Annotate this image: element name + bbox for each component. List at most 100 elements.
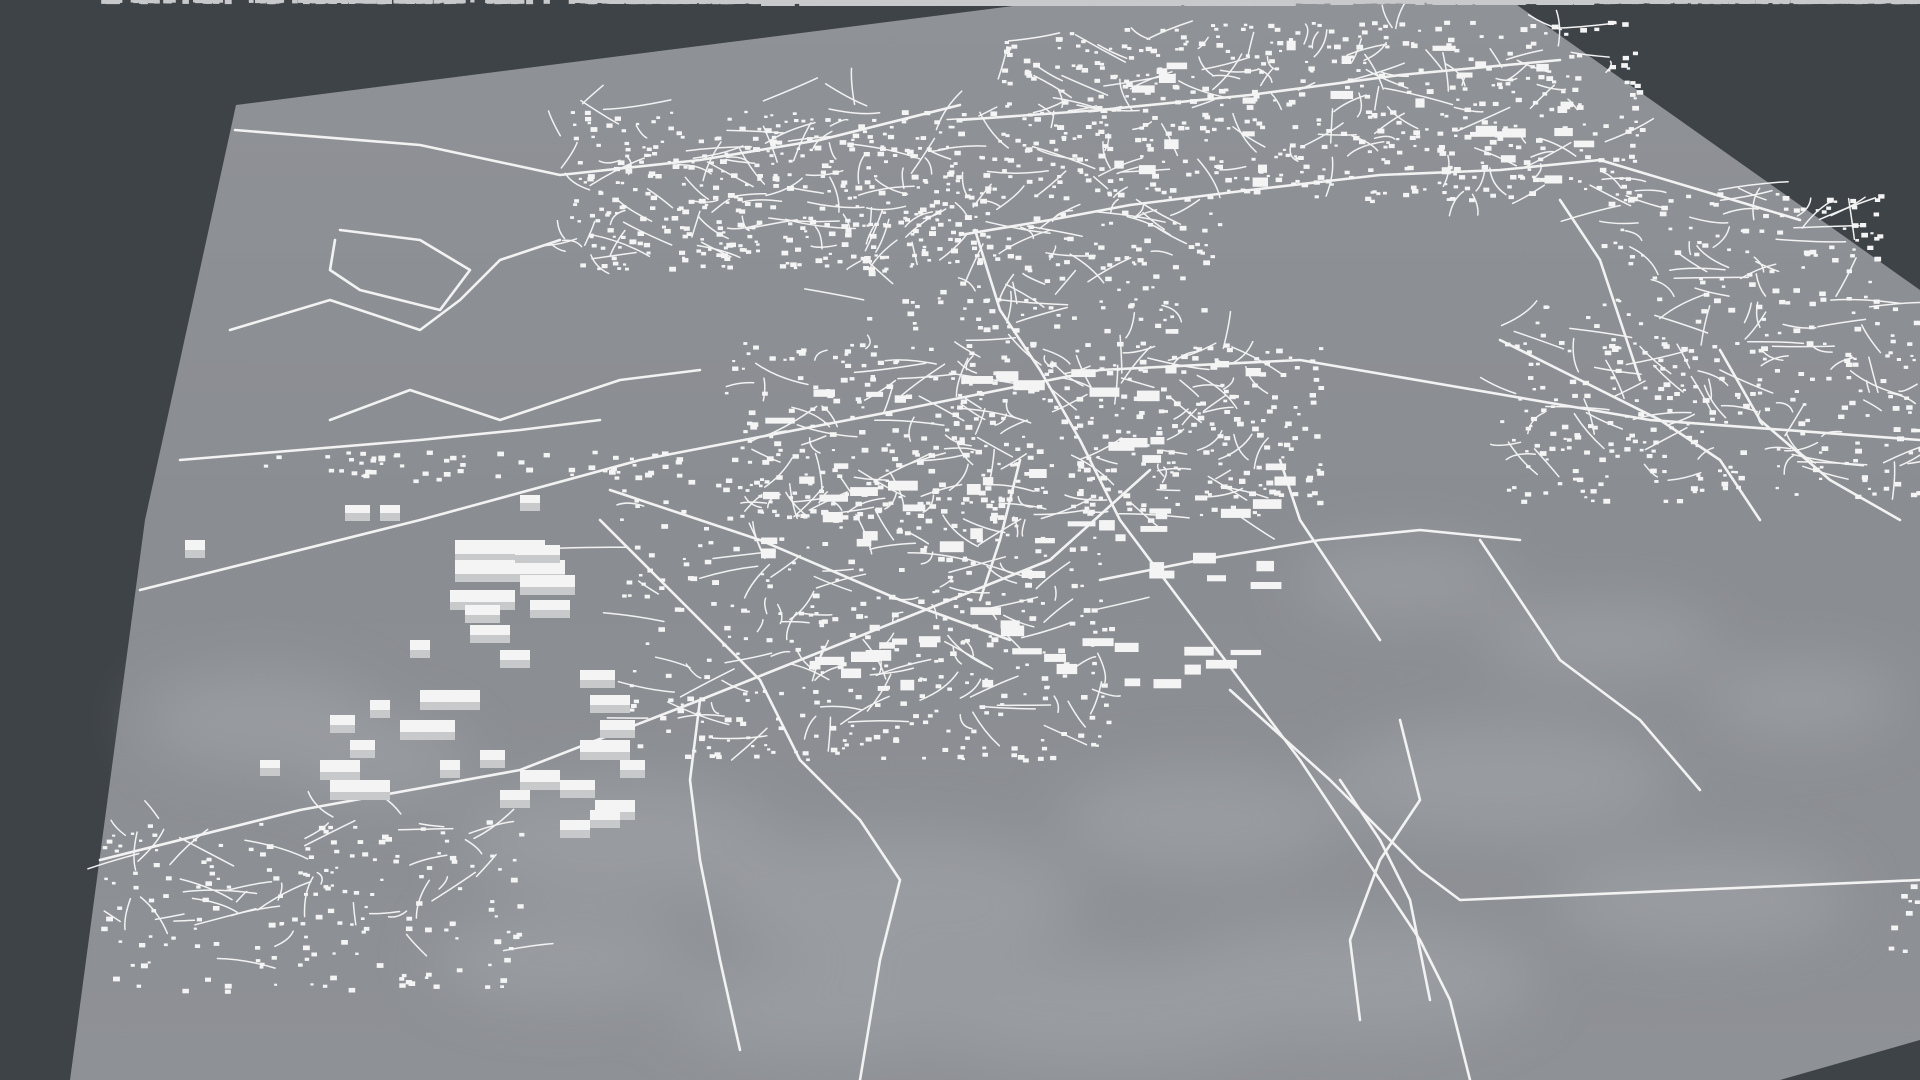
terrain-model[interactable] xyxy=(0,0,1920,1080)
house-side xyxy=(182,0,189,4)
house xyxy=(516,932,523,937)
house xyxy=(1203,260,1210,266)
house xyxy=(303,872,308,876)
house xyxy=(1132,434,1137,438)
house xyxy=(806,137,813,142)
house xyxy=(938,556,945,562)
house xyxy=(1022,144,1027,147)
house xyxy=(882,211,887,214)
house xyxy=(1373,115,1378,119)
house xyxy=(831,449,835,452)
house xyxy=(770,205,777,210)
house xyxy=(342,889,348,894)
map-viewport[interactable] xyxy=(0,0,1920,1080)
house xyxy=(998,712,1004,717)
house xyxy=(884,160,888,164)
house xyxy=(1002,169,1007,173)
house xyxy=(370,893,375,896)
house xyxy=(915,137,920,140)
house xyxy=(1533,177,1540,183)
house xyxy=(779,537,785,541)
house xyxy=(929,203,936,208)
house xyxy=(620,181,625,185)
house xyxy=(1094,78,1101,83)
house xyxy=(682,557,686,560)
house xyxy=(1700,430,1704,434)
house xyxy=(748,410,756,416)
house xyxy=(1034,117,1041,122)
house xyxy=(744,202,751,206)
house xyxy=(1042,696,1049,701)
house xyxy=(753,345,759,350)
house-side xyxy=(598,0,602,3)
house-side xyxy=(1302,0,1309,4)
house xyxy=(1116,429,1122,434)
house xyxy=(850,724,855,728)
house xyxy=(821,406,828,411)
house xyxy=(946,188,950,192)
relief-patch xyxy=(1700,660,1900,740)
house xyxy=(725,478,733,483)
house xyxy=(982,746,987,750)
house xyxy=(702,205,708,210)
house xyxy=(1448,37,1455,43)
house xyxy=(1209,212,1213,215)
house xyxy=(1095,744,1099,747)
house xyxy=(969,501,973,504)
house xyxy=(1033,141,1039,146)
house xyxy=(130,832,135,835)
house xyxy=(1089,502,1096,507)
house xyxy=(621,235,626,239)
house xyxy=(1624,415,1629,418)
house xyxy=(599,207,604,211)
house xyxy=(1168,450,1175,455)
house xyxy=(942,617,948,621)
house xyxy=(986,469,992,473)
house xyxy=(977,285,981,288)
house xyxy=(1757,378,1763,382)
house xyxy=(1534,443,1540,448)
house xyxy=(682,209,690,215)
house-side xyxy=(722,0,727,3)
house xyxy=(1263,487,1267,490)
house xyxy=(992,381,998,385)
house xyxy=(1276,348,1283,354)
house xyxy=(584,110,591,115)
house xyxy=(1188,430,1192,433)
house xyxy=(1692,356,1698,361)
house xyxy=(928,453,936,458)
house xyxy=(1410,185,1417,190)
house xyxy=(621,129,627,133)
house xyxy=(622,489,627,493)
house xyxy=(401,973,407,978)
house xyxy=(903,210,909,214)
house xyxy=(1731,470,1735,474)
house xyxy=(861,363,867,368)
house xyxy=(723,487,730,493)
house xyxy=(1278,442,1283,447)
house xyxy=(1610,170,1615,174)
house xyxy=(1166,461,1171,465)
house xyxy=(724,256,731,261)
house xyxy=(699,184,704,187)
house xyxy=(310,983,314,986)
house xyxy=(248,847,254,852)
house xyxy=(938,675,944,679)
house xyxy=(1378,27,1383,31)
house xyxy=(1316,468,1321,472)
house xyxy=(355,952,359,955)
house xyxy=(1179,225,1187,231)
house xyxy=(772,509,777,514)
house xyxy=(1561,424,1569,430)
house xyxy=(698,198,706,204)
house xyxy=(793,266,798,270)
house xyxy=(1090,621,1096,625)
house xyxy=(1100,108,1108,113)
house xyxy=(1492,101,1499,106)
house xyxy=(1311,22,1316,25)
house xyxy=(1084,159,1089,162)
house xyxy=(951,248,958,254)
house xyxy=(1590,489,1597,494)
house xyxy=(1383,145,1388,149)
house xyxy=(104,877,108,881)
